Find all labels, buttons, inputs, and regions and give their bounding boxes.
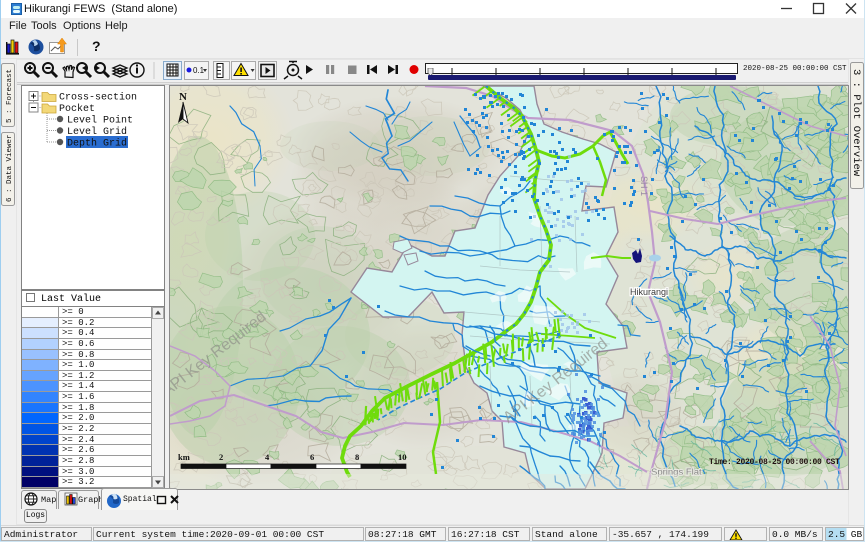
svg-text:5 : Forecast: 5 : Forecast [6, 69, 14, 123]
svg-text:Depth Grid: Depth Grid [67, 138, 127, 150]
svg-text:6 : Data Viewer: 6 : Data Viewer [6, 134, 14, 202]
svg-text:10: 10 [398, 452, 407, 462]
svg-text:Cross-section: Cross-section [59, 92, 137, 104]
svg-text:N: N [179, 91, 187, 103]
svg-text:Level Point: Level Point [67, 115, 133, 127]
svg-text:8: 8 [355, 452, 359, 462]
svg-text:Hikurangi: Hikurangi [630, 287, 668, 297]
svg-text:km: km [178, 452, 190, 462]
svg-text:6: 6 [310, 452, 314, 462]
svg-text:Pocket: Pocket [59, 103, 95, 115]
svg-text:2: 2 [219, 452, 223, 462]
svg-text:SH 1: SH 1 [639, 176, 649, 196]
svg-text:0.1: 0.1 [193, 66, 205, 75]
svg-text:Level Grid: Level Grid [67, 126, 127, 138]
svg-text:3 : Plot Overview: 3 : Plot Overview [850, 69, 862, 177]
svg-text:Time: 2020-08-25 00:00:00 CST: Time: 2020-08-25 00:00:00 CST [709, 458, 840, 467]
